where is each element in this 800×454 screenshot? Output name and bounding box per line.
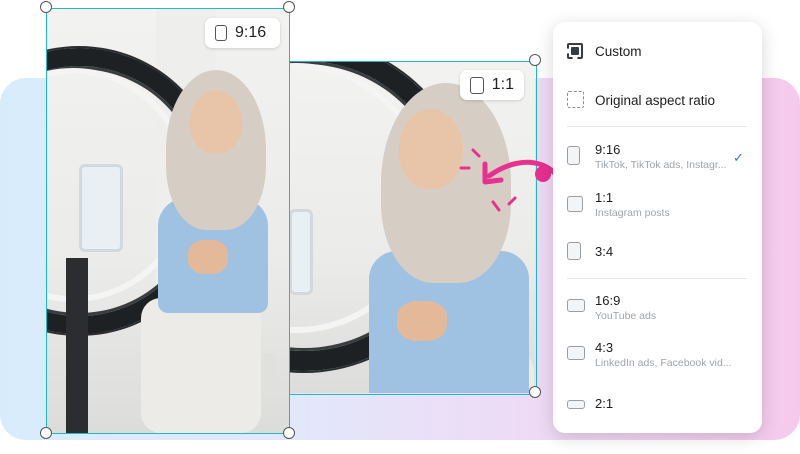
portrait-ratio-icon [567, 242, 581, 260]
menu-item-4-3[interactable]: 4:3 LinkedIn ads, Facebook vid... [553, 334, 762, 386]
photo-1-1-preview [289, 61, 535, 393]
menu-item-original-aspect-ratio[interactable]: Original aspect ratio [553, 74, 762, 124]
menu-item-label: 16:9 [595, 293, 621, 308]
aspect-ratio-badge[interactable]: 1:1 [460, 70, 524, 100]
menu-item-label: 1:1 [595, 190, 614, 205]
tripod [66, 258, 88, 433]
menu-item-label: 3:4 [595, 244, 614, 259]
square-ratio-icon [470, 76, 484, 94]
menu-item-description: LinkedIn ads, Facebook vid... [595, 357, 732, 369]
resize-handle-bottom-left[interactable] [40, 427, 52, 439]
wide-ratio-icon [567, 400, 585, 409]
menu-item-label: 4:3 [595, 340, 614, 355]
phone-on-stand [79, 164, 123, 252]
resize-handle-bottom-right[interactable] [283, 427, 295, 439]
menu-item-3-4[interactable]: 3:4 [553, 232, 762, 278]
phone-on-stand [289, 209, 313, 295]
divider [567, 278, 747, 279]
menu-item-custom[interactable]: Custom [553, 22, 762, 74]
menu-item-1-1[interactable]: 1:1 Instagram posts [553, 180, 762, 232]
person-pants [141, 298, 261, 433]
menu-item-description: YouTube ads [595, 310, 657, 322]
resize-handle-top-right[interactable] [529, 54, 541, 66]
person-hands [188, 240, 228, 274]
aspect-ratio-badge[interactable]: 9:16 [205, 18, 280, 48]
menu-item-label: 2:1 [595, 396, 614, 411]
divider [567, 126, 747, 127]
menu-item-9-16[interactable]: 9:16 TikTok, TikTok ads, Instagr... ✓ [553, 130, 762, 180]
portrait-ratio-icon [567, 146, 580, 165]
check-icon: ✓ [733, 150, 744, 165]
menu-item-description: Instagram posts [595, 207, 670, 219]
original-ratio-icon [567, 91, 584, 108]
landscape-ratio-icon [567, 346, 585, 360]
menu-item-label: Original aspect ratio [595, 93, 716, 108]
person-face [190, 90, 242, 154]
person-hands [397, 301, 447, 341]
menu-item-label: Custom [595, 44, 642, 59]
menu-item-label: 9:16 [595, 142, 621, 157]
menu-item-2-1[interactable]: 2:1 [553, 386, 762, 432]
resize-handle-bottom-right[interactable] [529, 386, 541, 398]
menu-item-description: TikTok, TikTok ads, Instagr... [595, 159, 727, 171]
badge-label: 9:16 [235, 24, 267, 41]
landscape-ratio-icon [567, 299, 585, 312]
menu-item-16-9[interactable]: 16:9 YouTube ads [553, 284, 762, 334]
square-ratio-icon [567, 196, 583, 212]
badge-label: 1:1 [491, 76, 514, 93]
custom-crop-icon [567, 43, 583, 59]
portrait-ratio-icon [215, 25, 227, 41]
resize-handle-top-right[interactable] [283, 1, 295, 13]
resize-handle-top-left[interactable] [40, 1, 52, 13]
photo-9-16-preview [46, 8, 289, 433]
aspect-ratio-dropdown: Custom Original aspect ratio 9:16 TikTok… [553, 22, 762, 433]
person-face [399, 109, 463, 189]
